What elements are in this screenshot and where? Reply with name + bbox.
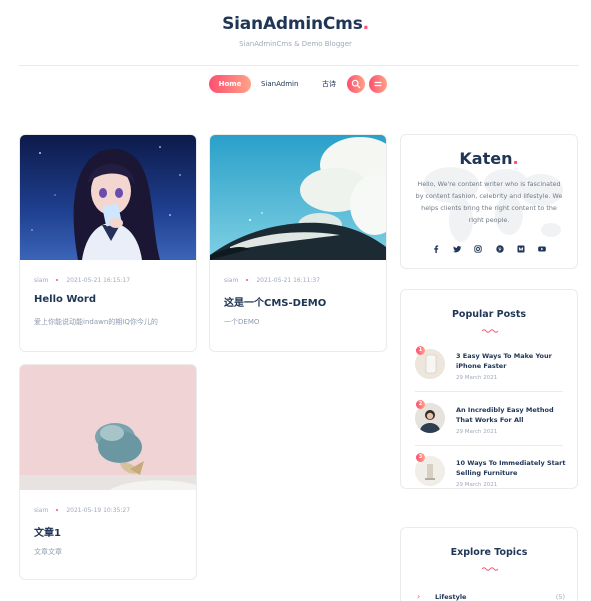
- post-author[interactable]: siam: [224, 277, 238, 284]
- popular-post-item[interactable]: 3 10 Ways To Immediately Start Selling F…: [415, 453, 566, 488]
- popular-post-rank: 1: [416, 346, 425, 355]
- post-thumbnail[interactable]: [20, 365, 196, 490]
- popular-post-rank: 2: [416, 400, 425, 409]
- nav-item-sianadmin[interactable]: SianAdmin: [261, 75, 298, 93]
- post-meta: siam 2021-05-19 10:35:27: [34, 507, 130, 514]
- search-icon: [351, 79, 361, 89]
- popular-post-rank: 3: [416, 453, 425, 462]
- popular-post-date: 29 March 2021: [456, 482, 498, 488]
- social-links: [401, 239, 577, 253]
- post-card[interactable]: siam 2021-05-21 16:11:37 这是一个CMS-DEMO 一个D…: [209, 134, 387, 352]
- header-divider: [19, 65, 579, 66]
- post-excerpt: 爱上你能说动能indawn的期IQ你今儿的: [34, 318, 158, 326]
- post-excerpt: 文章文章: [34, 548, 62, 556]
- widget-title: Explore Topics: [450, 547, 528, 558]
- divider: [415, 445, 563, 446]
- site-logo[interactable]: SianAdminCms.: [0, 14, 591, 34]
- popular-post-date: 29 March 2021: [456, 429, 498, 435]
- whale-image: [210, 135, 386, 260]
- divider: [415, 391, 563, 392]
- pinterest-icon[interactable]: [495, 239, 505, 253]
- hamburger-icon: [374, 81, 382, 87]
- anime-girl-image: [20, 135, 196, 260]
- post-title[interactable]: 文章1: [34, 524, 61, 539]
- main-nav: Home SianAdmin 古诗: [0, 75, 591, 95]
- squiggle-decoration: [481, 329, 499, 333]
- post-card[interactable]: siam 2021-05-21 16:15:17 Hello Word 爱上你能说…: [19, 134, 197, 352]
- youtube-icon[interactable]: [537, 239, 547, 252]
- menu-button[interactable]: [369, 75, 387, 93]
- popular-post-item[interactable]: 1 3 Easy Ways To Make Your iPhone Faster…: [415, 346, 566, 383]
- popular-post-title[interactable]: 10 Ways To Immediately Start Selling Fur…: [456, 458, 566, 478]
- nav-item-poems[interactable]: 古诗: [322, 75, 336, 93]
- post-meta: siam 2021-05-21 16:11:37: [224, 277, 320, 284]
- medium-icon[interactable]: [516, 239, 526, 253]
- twitter-icon[interactable]: [452, 239, 462, 253]
- post-title[interactable]: 这是一个CMS-DEMO: [224, 294, 326, 309]
- facebook-icon[interactable]: [431, 239, 441, 253]
- post-author[interactable]: siam: [34, 277, 48, 284]
- chevron-right-icon: ›: [417, 592, 421, 601]
- nav-item-home[interactable]: Home: [209, 75, 251, 93]
- post-card[interactable]: siam 2021-05-19 10:35:27 文章1 文章文章: [19, 364, 197, 580]
- about-text: Hello, We're content writer who is fasci…: [415, 180, 563, 224]
- about-name-dot: .: [512, 149, 519, 168]
- post-meta: siam 2021-05-21 16:15:17: [34, 277, 130, 284]
- post-thumbnail[interactable]: [20, 135, 196, 260]
- search-button[interactable]: [347, 75, 365, 93]
- site-header: SianAdminCms. SianAdminCms & Demo Blogge…: [0, 0, 591, 66]
- popular-post-date: 29 March 2021: [456, 375, 498, 381]
- post-author[interactable]: siam: [34, 507, 48, 514]
- about-title: Katen.: [401, 149, 577, 168]
- meta-separator: [56, 509, 59, 511]
- about-widget: Katen. Hello, We're content writer who i…: [400, 134, 578, 269]
- topic-count: (5): [555, 593, 565, 601]
- explore-topics-widget: Explore Topics › Lifestyle (5): [400, 527, 578, 601]
- widget-title: Popular Posts: [451, 309, 527, 320]
- post-excerpt: 一个DEMO: [224, 318, 260, 326]
- post-title[interactable]: Hello Word: [34, 294, 96, 305]
- post-thumbnail[interactable]: [210, 135, 386, 260]
- post-date: 2021-05-21 16:11:37: [256, 277, 321, 284]
- meta-separator: [56, 279, 59, 281]
- topic-name[interactable]: Lifestyle: [435, 593, 466, 601]
- meta-separator: [246, 279, 249, 281]
- squiggle-decoration: [481, 567, 499, 571]
- site-logo-dot: .: [362, 14, 369, 34]
- about-name: Katen: [459, 149, 513, 168]
- popular-post-title[interactable]: 3 Easy Ways To Make Your iPhone Faster: [456, 351, 566, 371]
- site-tagline: SianAdminCms & Demo Blogger: [239, 40, 352, 48]
- site-logo-text[interactable]: SianAdminCms: [222, 14, 363, 34]
- instagram-icon[interactable]: [473, 239, 483, 253]
- popular-post-title[interactable]: An Incredibly Easy Method That Works For…: [456, 405, 566, 425]
- popular-posts-widget: Popular Posts 1 3 Easy Ways To Make Your…: [400, 289, 578, 489]
- topic-item[interactable]: › Lifestyle (5): [415, 592, 565, 601]
- post-date: 2021-05-21 16:15:17: [66, 277, 131, 284]
- popular-post-item[interactable]: 2 An Incredibly Easy Method That Works F…: [415, 400, 566, 437]
- pastel-object-image: [20, 365, 196, 490]
- post-date: 2021-05-19 10:35:27: [66, 507, 131, 514]
